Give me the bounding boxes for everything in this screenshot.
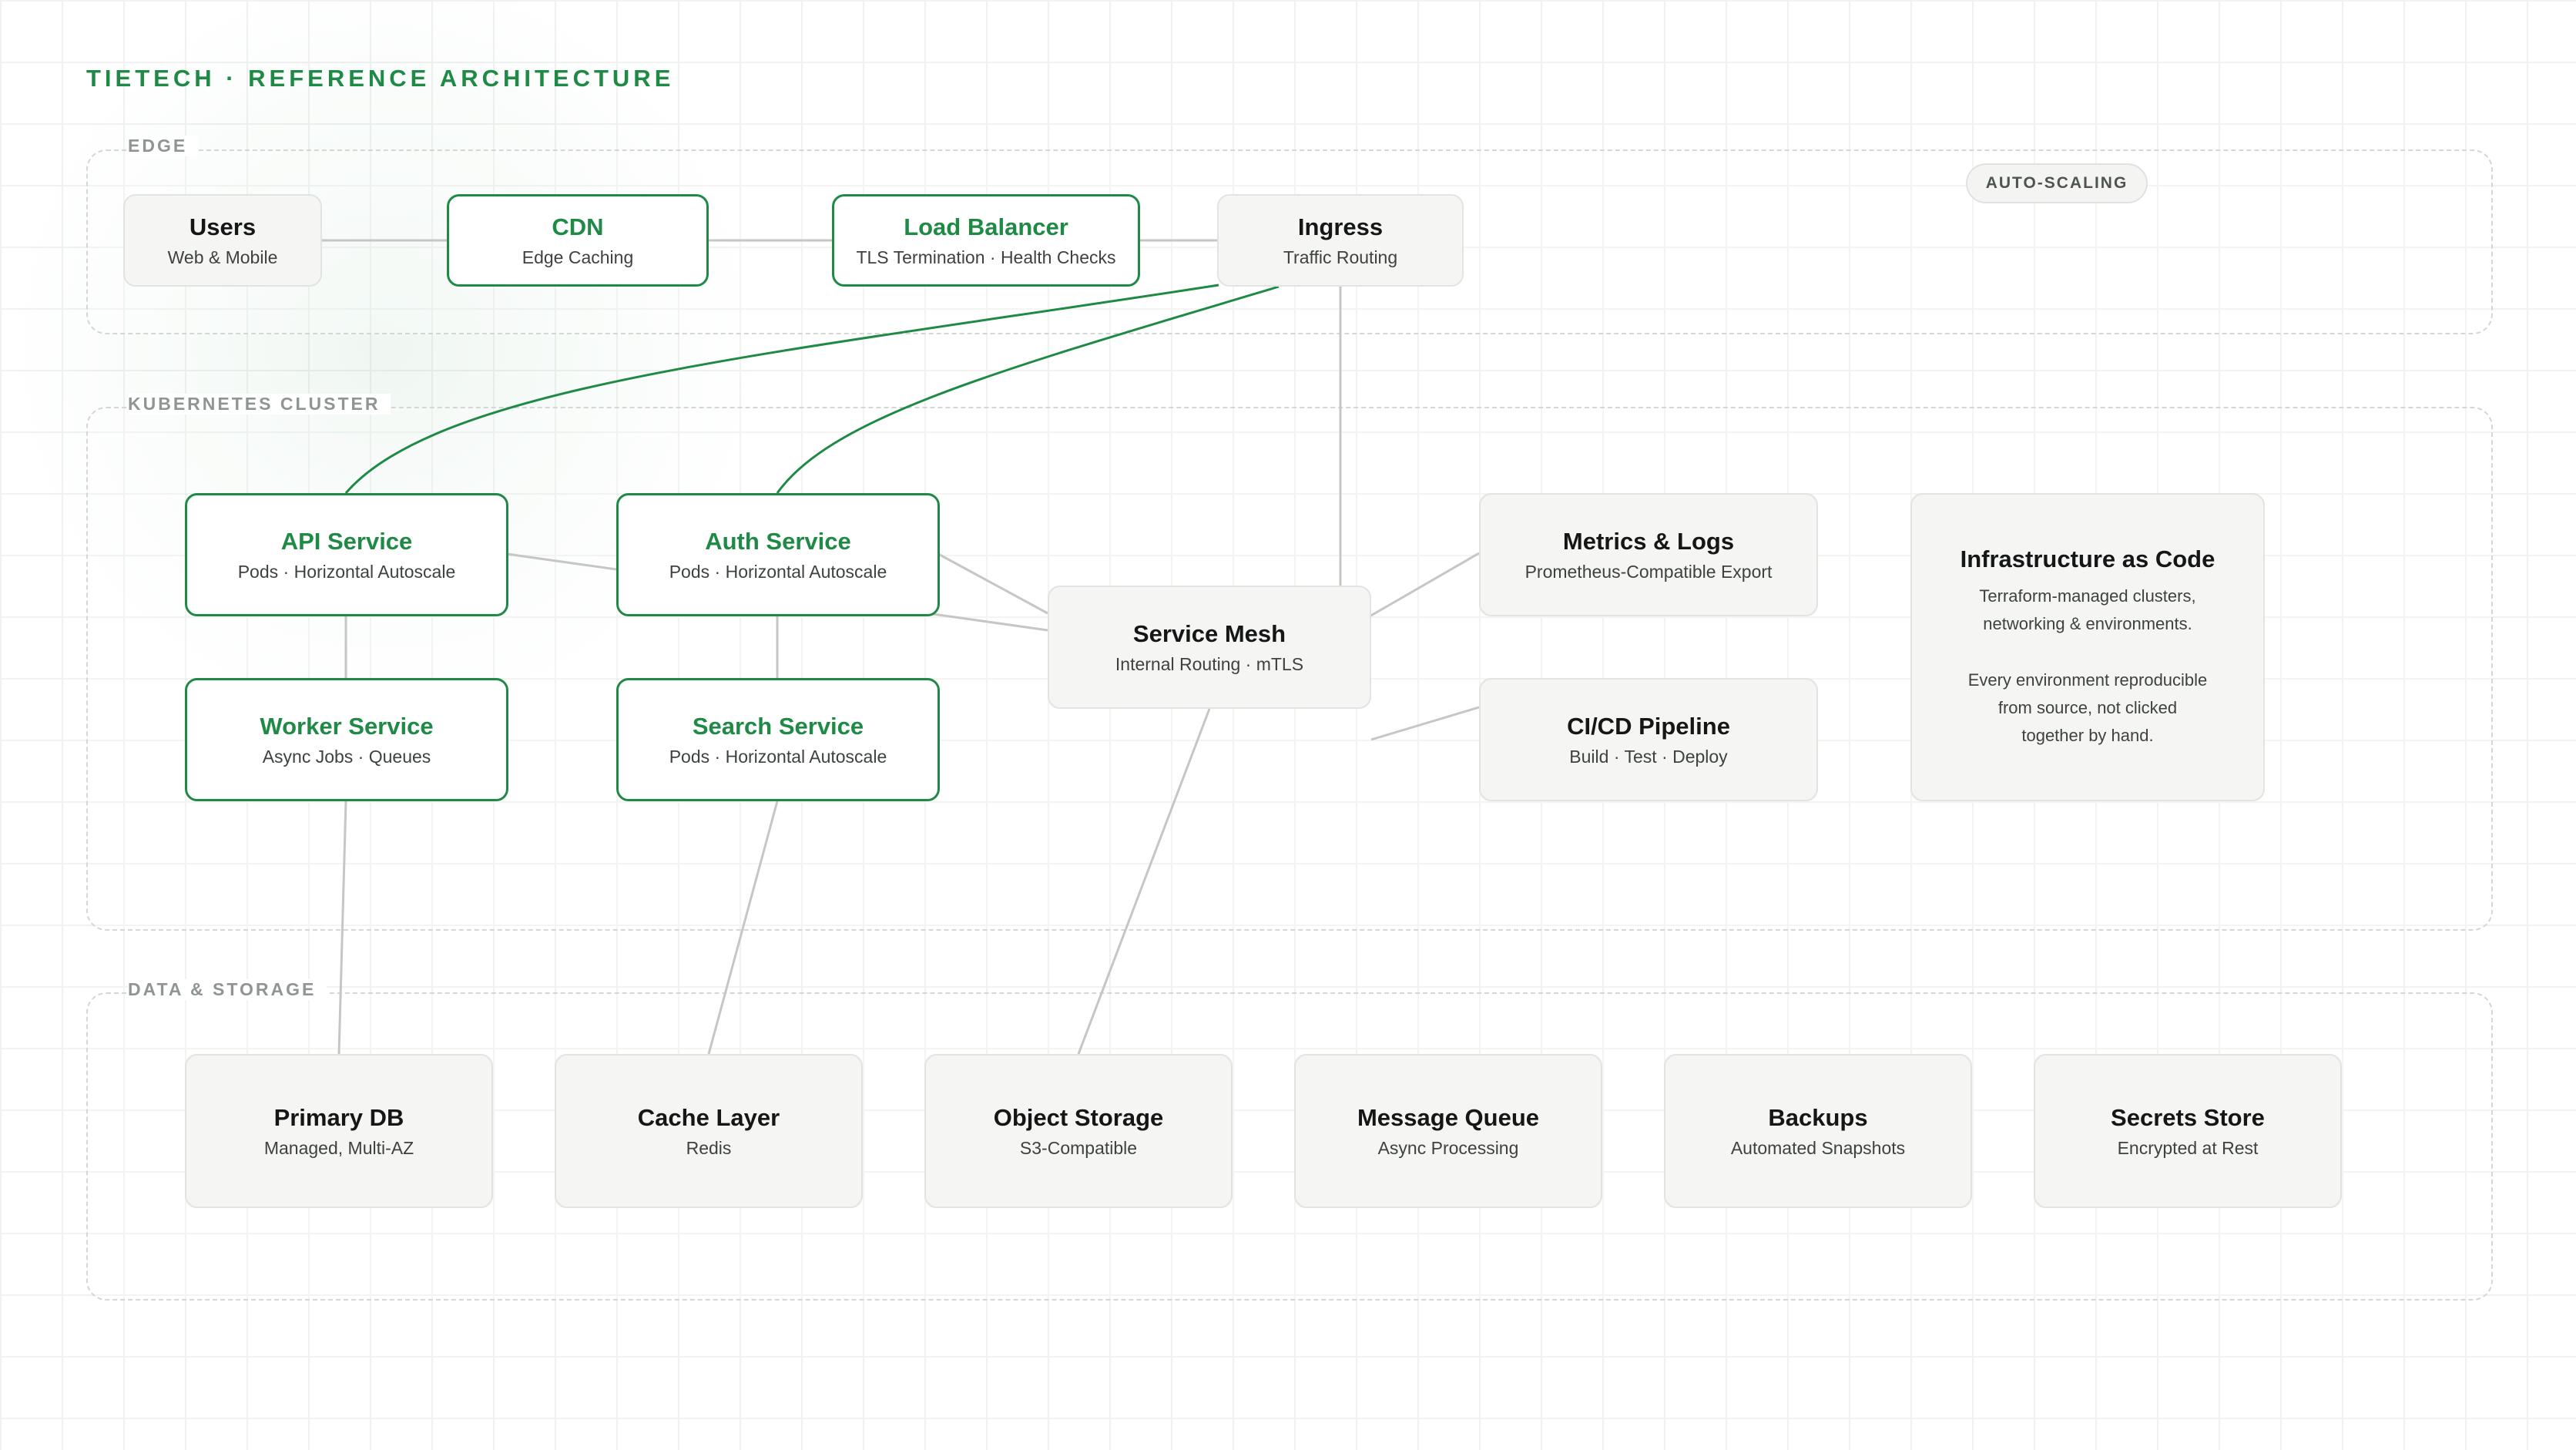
infrastructure-as-code-node-title: Infrastructure as Code xyxy=(1960,545,2215,572)
auth-service-node-title: Auth Service xyxy=(705,527,851,555)
primary-db-node[interactable]: Primary DB Managed, Multi-AZ xyxy=(185,1054,493,1208)
backups-node-subtitle: Automated Snapshots xyxy=(1730,1137,1906,1158)
users-node-title: Users xyxy=(189,213,257,240)
cache-layer-node-title: Cache Layer xyxy=(637,1103,780,1131)
load-balancer-node[interactable]: Load Balancer TLS Termination · Health C… xyxy=(832,194,1140,287)
infrastructure-as-code-node[interactable]: Infrastructure as Code Terraform-managed… xyxy=(1910,493,2265,801)
api-service-node-subtitle: Pods · Horizontal Autoscale xyxy=(237,561,456,582)
connector-mesh-metrics xyxy=(1369,552,1480,618)
worker-service-node-title: Worker Service xyxy=(260,712,434,740)
search-service-node[interactable]: Search Service Pods · Horizontal Autosca… xyxy=(616,678,940,801)
primary-db-node-title: Primary DB xyxy=(273,1103,404,1131)
secrets-store-node-title: Secrets Store xyxy=(2111,1103,2265,1131)
worker-service-node-subtitle: Async Jobs · Queues xyxy=(262,746,431,767)
auth-service-node-subtitle: Pods · Horizontal Autoscale xyxy=(669,561,887,582)
secrets-store-node[interactable]: Secrets Store Encrypted at Rest xyxy=(2034,1054,2342,1208)
object-storage-node[interactable]: Object Storage S3-Compatible xyxy=(924,1054,1233,1208)
service-mesh-node[interactable]: Service Mesh Internal Routing · mTLS xyxy=(1048,586,1371,709)
cdn-node[interactable]: CDN Edge Caching xyxy=(447,194,709,287)
connector-auth-mesh xyxy=(937,552,1048,615)
search-service-node-title: Search Service xyxy=(692,712,864,740)
ingress-node[interactable]: Ingress Traffic Routing xyxy=(1217,194,1464,287)
metrics-logs-node[interactable]: Metrics & Logs Prometheus-Compatible Exp… xyxy=(1479,493,1818,616)
cache-layer-node[interactable]: Cache Layer Redis xyxy=(555,1054,863,1208)
service-mesh-node-subtitle: Internal Routing · mTLS xyxy=(1115,653,1304,674)
cicd-pipeline-node[interactable]: CI/CD Pipeline Build · Test · Deploy xyxy=(1479,678,1818,801)
connector-worker-db xyxy=(337,801,347,1055)
worker-service-node[interactable]: Worker Service Async Jobs · Queues xyxy=(185,678,508,801)
cicd-pipeline-node-title: CI/CD Pipeline xyxy=(1567,712,1730,740)
connector-search-cache xyxy=(707,801,779,1055)
cicd-pipeline-node-subtitle: Build · Test · Deploy xyxy=(1569,746,1728,767)
connector-mesh-objstore xyxy=(1077,708,1211,1055)
object-storage-node-subtitle: S3-Compatible xyxy=(1019,1137,1138,1158)
cdn-node-title: CDN xyxy=(552,213,604,240)
cdn-node-subtitle: Edge Caching xyxy=(522,247,634,267)
load-balancer-node-title: Load Balancer xyxy=(904,213,1068,240)
message-queue-node-title: Message Queue xyxy=(1357,1103,1540,1131)
message-queue-node-subtitle: Async Processing xyxy=(1377,1137,1519,1158)
connector-mesh-cicd xyxy=(1370,706,1480,741)
message-queue-node[interactable]: Message Queue Async Processing xyxy=(1294,1054,1602,1208)
connector-ingress-api xyxy=(344,284,1219,494)
users-node-subtitle: Web & Mobile xyxy=(167,247,278,267)
backups-node[interactable]: Backups Automated Snapshots xyxy=(1664,1054,1972,1208)
metrics-logs-node-title: Metrics & Logs xyxy=(1562,527,1735,555)
secrets-store-node-subtitle: Encrypted at Rest xyxy=(2117,1137,2259,1158)
search-service-node-subtitle: Pods · Horizontal Autoscale xyxy=(669,746,887,767)
users-node[interactable]: Users Web & Mobile xyxy=(123,194,322,287)
primary-db-node-subtitle: Managed, Multi-AZ xyxy=(263,1137,414,1158)
api-service-node-title: API Service xyxy=(280,527,413,555)
connector-ingress-auth xyxy=(776,285,1280,494)
load-balancer-node-subtitle: TLS Termination · Health Checks xyxy=(856,247,1116,267)
service-mesh-node-title: Service Mesh xyxy=(1132,619,1286,647)
auth-service-node[interactable]: Auth Service Pods · Horizontal Autoscale xyxy=(616,493,940,616)
backups-node-title: Backups xyxy=(1768,1103,1868,1131)
ingress-node-subtitle: Traffic Routing xyxy=(1283,247,1398,267)
api-service-node[interactable]: API Service Pods · Horizontal Autoscale xyxy=(185,493,508,616)
metrics-logs-node-subtitle: Prometheus-Compatible Export xyxy=(1524,561,1773,582)
infrastructure-as-code-node-description: Terraform-managed clusters, networking &… xyxy=(1967,586,2208,746)
ingress-node-title: Ingress xyxy=(1297,213,1384,240)
cache-layer-node-subtitle: Redis xyxy=(686,1137,732,1158)
object-storage-node-title: Object Storage xyxy=(993,1103,1164,1131)
